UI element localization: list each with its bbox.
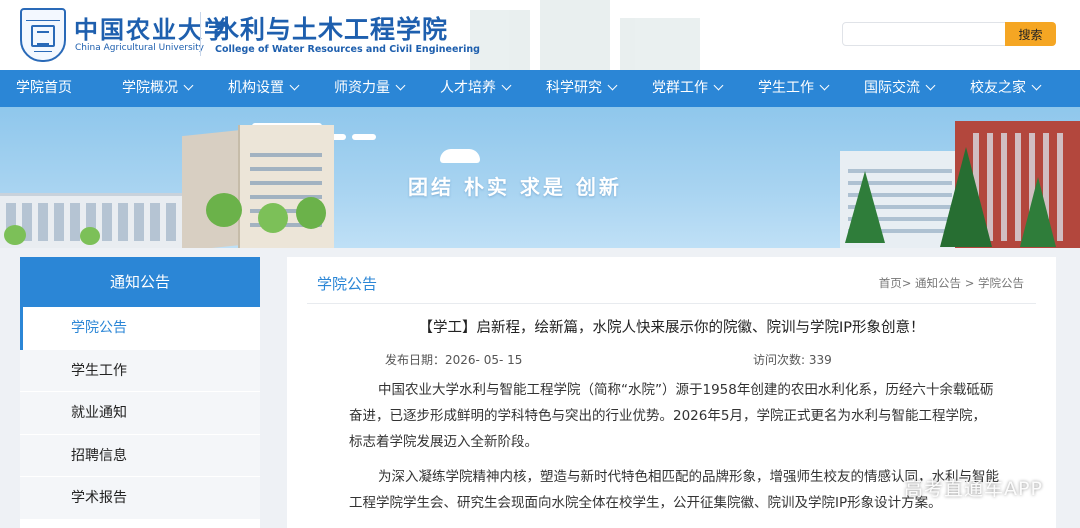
nav-item-research[interactable]: 科学研究 [546,70,618,107]
nav-item-overview[interactable]: 学院概况 [122,70,194,107]
header-building-backdrop [430,0,710,70]
sidebar-item-college-notice[interactable]: 学院公告 [20,307,260,350]
watermark-text: 高考直通车APP [904,478,1043,500]
search-button[interactable]: 搜索 [1005,22,1056,46]
nav-item-faculty[interactable]: 师资力量 [334,70,406,107]
nav-item-label: 人才培养 [440,80,496,96]
nav-item-student-affairs[interactable]: 学生工作 [758,70,830,107]
university-name-cn[interactable]: 中国农业大学 [74,10,230,45]
search-input[interactable] [842,22,1006,46]
publish-date: 发布日期：2026- 05- 15 [385,351,522,368]
nav-item-label: 机构设置 [228,80,284,96]
sidebar-item-employment[interactable]: 就业通知 [20,392,260,435]
nav-item-education[interactable]: 人才培养 [440,70,512,107]
hero-banner: 团结 朴实 求是 创新 [0,107,1080,248]
tree-illustration [258,203,288,233]
section-divider [307,303,1036,304]
tree-illustration [845,171,885,243]
chevron-down-icon [713,80,724,91]
tree-illustration [206,193,242,227]
sidebar-item-label: 学生工作 [71,362,127,379]
nav-item-party[interactable]: 党群工作 [652,70,724,107]
sidebar-item-label: 学院公告 [71,320,127,336]
nav-item-label: 科学研究 [546,80,602,96]
nav-item-departments[interactable]: 机构设置 [228,70,300,107]
chevron-down-icon [925,80,936,91]
main-nav: 学院首页 学院概况 机构设置 师资力量 人才培养 科学研究 党群工作 学生工作 … [0,70,1080,107]
university-seal-logo[interactable] [20,8,66,62]
college-building-illustration [182,129,242,248]
sidebar: 通知公告 学院公告 学生工作 就业通知 招聘信息 学术报告 [20,257,260,528]
cloud-shape [352,134,376,140]
tree-illustration [940,147,992,247]
nav-item-label: 国际交流 [864,80,920,96]
publish-date-label: 发布日期： [385,353,446,367]
sidebar-item-label: 就业通知 [71,405,127,422]
site-header: 中国农业大学 China Agricultural University 水利与… [0,0,1080,70]
nav-item-label: 学院概况 [122,80,178,96]
chevron-down-icon [607,80,618,91]
chevron-down-icon [501,80,512,91]
chevron-down-icon [1031,80,1042,91]
college-name-cn[interactable]: 水利与土木工程学院 [214,10,448,46]
sidebar-item-label: 招聘信息 [71,447,127,464]
nav-item-label: 师资力量 [334,80,390,96]
nav-item-label: 校友之家 [970,80,1026,96]
section-title: 学院公告 [317,275,378,293]
article-paragraph: 为深入凝练学院精神内核，塑造与新时代特色相匹配的品牌形象，增强师生校友的情感认同… [349,469,999,511]
nav-item-label: 学生工作 [758,80,814,96]
sidebar-item-student-work[interactable]: 学生工作 [20,349,260,393]
visit-count-value: 339 [808,353,832,367]
article-title: 【学工】启新程，绘新篇，水院人快来展示你的院徽、院训与学院IP形象创意！ [418,320,925,336]
nav-item-label: 学院首页 [16,80,72,96]
sidebar-item-academic-report[interactable]: 学术报告 [20,477,260,520]
breadcrumb[interactable]: 首页> 通知公告 > 学院公告 [879,275,1024,291]
university-name-en: China Agricultural University [75,43,205,53]
visit-count-label: 访问次数: [753,353,809,367]
chevron-down-icon [819,80,830,91]
tree-illustration [296,197,326,229]
chevron-down-icon [183,80,194,91]
chevron-down-icon [395,80,406,91]
nav-item-alumni[interactable]: 校友之家 [970,70,1042,107]
sidebar-item-recruitment[interactable]: 招聘信息 [20,434,260,478]
header-divider [200,12,201,56]
tree-illustration [4,225,26,245]
chevron-down-icon [289,80,300,91]
nav-item-international[interactable]: 国际交流 [864,70,936,107]
tree-illustration [80,227,100,245]
visit-count: 访问次数: 339 [753,351,832,368]
sidebar-title: 通知公告 [20,257,260,307]
sidebar-item-label: 学术报告 [71,490,127,507]
banner-slogan: 团结 朴实 求是 创新 [408,175,622,199]
nav-item-home[interactable]: 学院首页 [16,70,72,107]
article-paragraph: 中国农业大学水利与智能工程学院（简称“水院”）源于1958年创建的农田水利化系，… [349,382,994,450]
tree-illustration [1020,177,1056,247]
nav-item-label: 党群工作 [652,80,708,96]
cloud-shape [440,149,480,163]
college-name-en: College of Water Resources and Civil Eng… [215,44,480,55]
publish-date-value: 2026- 05- 15 [445,353,523,367]
